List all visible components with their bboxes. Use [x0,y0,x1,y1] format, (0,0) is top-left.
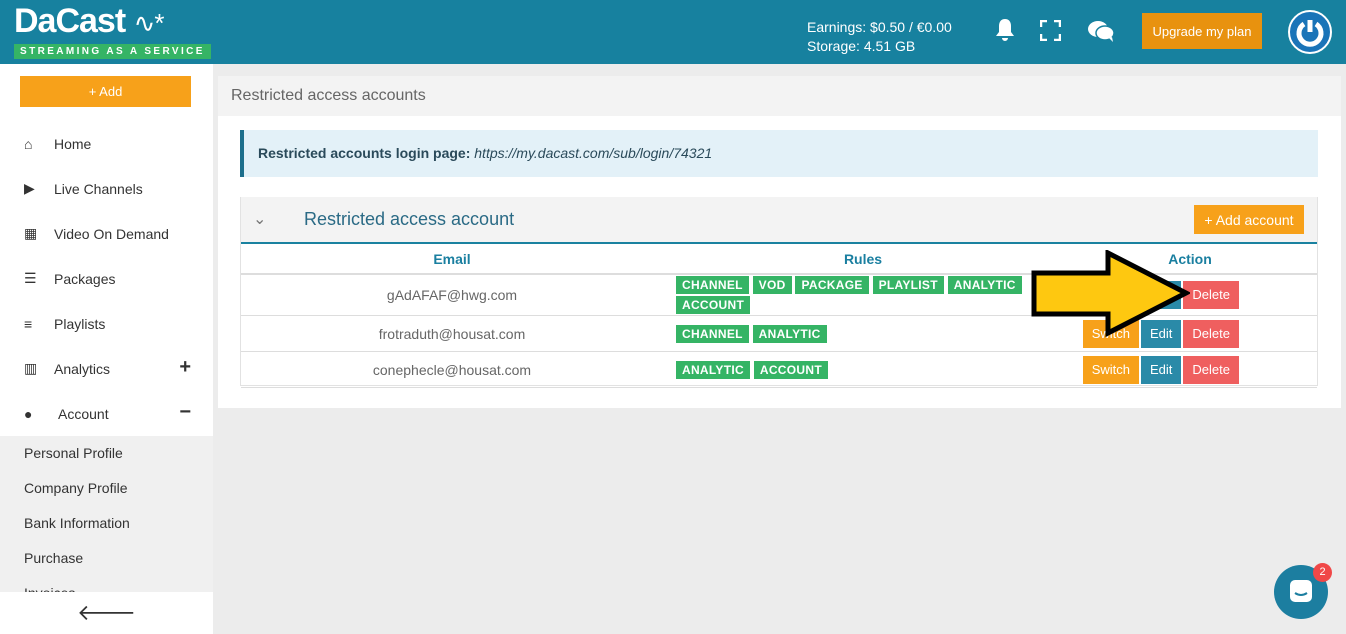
email-cell: gAdAFAF@hwg.com [241,274,663,316]
bar-chart-icon: ▥ [24,360,38,376]
sidebar-item-label: Live Channels [54,180,143,197]
upgrade-plan-button[interactable]: Upgrade my plan [1142,13,1262,49]
column-email: Email [241,244,663,275]
rule-tag: ANALYTIC [752,324,827,343]
sidebar-item-account[interactable]: ● Account − [0,391,213,436]
submenu-company-profile[interactable]: Company Profile [0,471,213,506]
table-row: conephecle@housat.com ANALYTIC ACCOUNT S… [241,351,1317,388]
notification-badge: 2 [1313,563,1332,582]
rule-tag: VOD [752,276,792,294]
add-button[interactable]: + Add [20,76,191,107]
rules-cell: ANALYTIC ACCOUNT [663,351,1063,388]
top-bar: DaCast ∿* STREAMING AS A SERVICE Earning… [0,0,1346,64]
edit-button[interactable]: Edit [1141,355,1182,384]
rule-tag: CHANNEL [676,324,749,343]
email-cell: conephecle@housat.com [241,351,663,388]
login-page-info: Restricted accounts login page: https://… [240,130,1318,177]
delete-button[interactable]: Delete [1183,355,1239,384]
account-stats: Earnings: $0.50 / €0.00 Storage: 4.51 GB [807,18,952,56]
expand-icon[interactable]: + [179,356,191,379]
bell-icon[interactable] [994,18,1016,42]
collapse-icon[interactable]: − [179,401,191,424]
add-account-button[interactable]: + Add account [1194,205,1304,234]
sidebar-item-label: Account [58,405,109,422]
sidebar-item-playlists[interactable]: ≡ Playlists [0,301,213,346]
sidebar-item-video-on-demand[interactable]: ▦ Video On Demand [0,211,213,256]
switch-button[interactable]: Switch [1082,355,1140,384]
sidebar-item-label: Packages [54,270,116,287]
delete-button[interactable]: Delete [1183,319,1239,348]
rule-tag: ANALYTIC [676,360,750,379]
annotation-arrow [1031,250,1190,338]
panel-title: Restricted access account [304,209,515,229]
user-icon: ● [24,405,33,422]
playlist-add-icon: ≡ [24,315,33,332]
earnings: Earnings: $0.50 / €0.00 [807,19,952,35]
rule-tag: CHANNEL [676,276,749,294]
fullscreen-icon[interactable] [1040,20,1061,41]
rule-tag: ANALYTIC [947,276,1022,294]
sidebar-item-packages[interactable]: ☰ Packages [0,256,213,301]
logo-text: DaCast [14,2,126,40]
power-icon[interactable] [1288,10,1332,54]
action-cell: SwitchEditDelete [1063,351,1317,388]
submenu-purchase[interactable]: Purchase [0,541,213,576]
packages-icon: ☰ [24,270,37,286]
column-rules: Rules [663,244,1063,275]
page-title: Restricted access accounts [218,76,1341,116]
collapse-sidebar-arrow-icon[interactable]: 🡐 [0,592,213,634]
logo-tagline: STREAMING AS A SERVICE [14,44,211,59]
storage: Storage: 4.51 GB [807,38,916,54]
rule-tag: ACCOUNT [753,360,828,379]
restricted-accounts-card: Restricted access accounts Restricted ac… [218,76,1341,408]
submenu-invoices[interactable]: Invoices [0,576,213,592]
submenu-bank-information[interactable]: Bank Information [0,506,213,541]
rules-cell: CHANNEL ANALYTIC [663,315,1063,352]
rules-cell: CHANNEL VOD PACKAGE PLAYLIST ANALYTIC AC… [663,274,1063,316]
sidebar-item-live-channels[interactable]: ▶ Live Channels [0,166,213,211]
sidebar-item-label: Video On Demand [54,225,169,242]
login-url[interactable]: https://my.dacast.com/sub/login/74321 [474,145,712,161]
info-label: Restricted accounts login page: [258,145,471,161]
sidebar-item-label: Analytics [54,360,111,377]
sidebar-item-home[interactable]: ⌂ Home [0,121,213,166]
logo[interactable]: DaCast ∿* STREAMING AS A SERVICE [14,2,211,60]
sidebar-item-label: Playlists [54,315,106,332]
account-submenu: Personal Profile Company Profile Bank In… [0,436,213,592]
film-icon: ▦ [24,225,38,241]
home-icon: ⌂ [24,135,33,152]
play-circle-icon: ▶ [24,180,35,196]
chat-icon[interactable] [1087,20,1115,42]
chevron-down-icon[interactable]: ⌄ [253,209,266,229]
sidebar: + Add ⌂ Home ▶ Live Channels ▦ Video On Dem… [0,64,213,634]
rule-tag: ACCOUNT [676,296,751,314]
sidebar-item-label: Home [54,135,92,152]
delete-button[interactable]: Delete [1183,281,1239,309]
email-cell: frotraduth@housat.com [241,315,663,352]
rule-tag: PLAYLIST [872,276,944,294]
sidebar-item-analytics[interactable]: ▥ Analytics + [0,346,213,391]
submenu-personal-profile[interactable]: Personal Profile [0,436,213,471]
rule-tag: PACKAGE [795,276,869,294]
